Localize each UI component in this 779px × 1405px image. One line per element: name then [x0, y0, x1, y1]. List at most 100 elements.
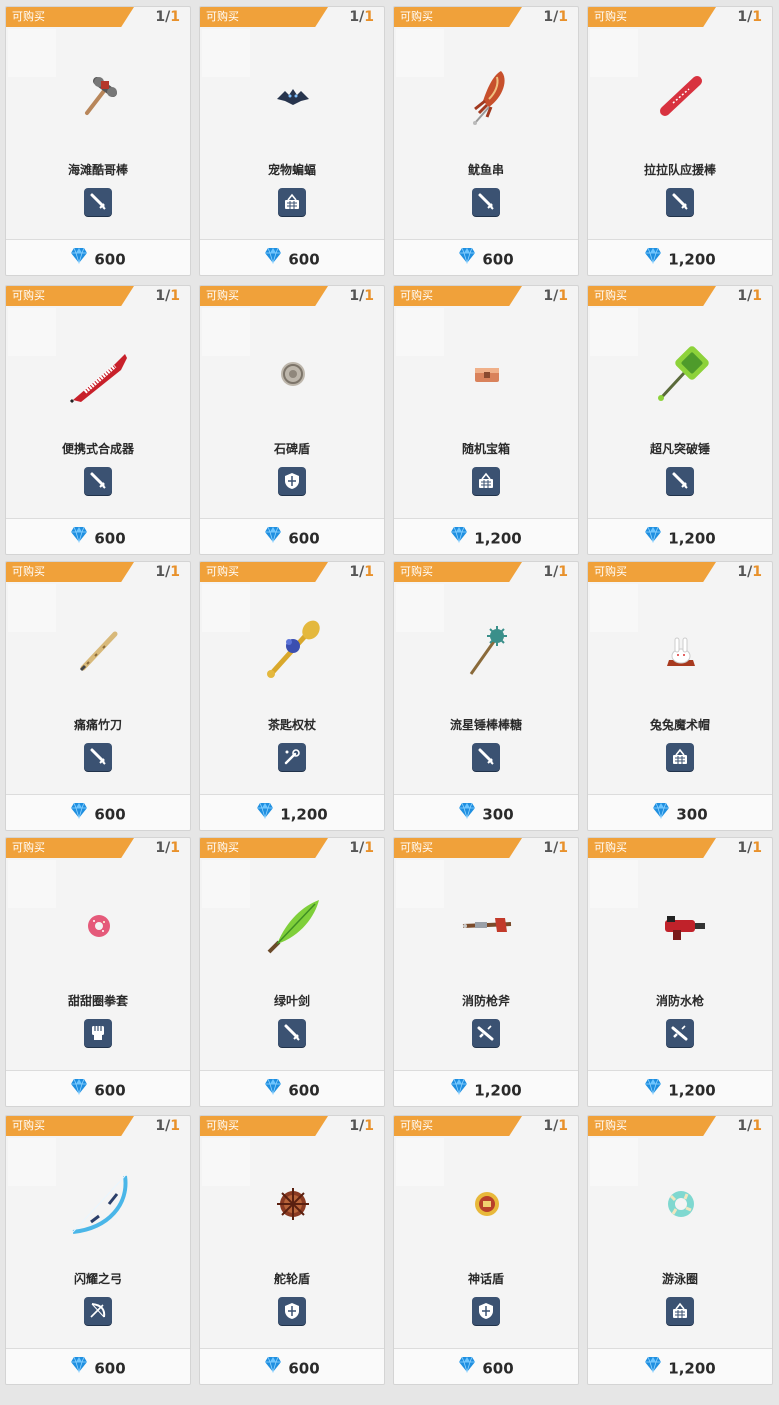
stock-current: 1 [543, 1118, 554, 1134]
buyable-label: 可购买 [12, 1119, 45, 1132]
shop-item-card[interactable]: 可购买 1/1 石碑盾 600 [199, 285, 385, 555]
stock-current: 1 [737, 288, 748, 304]
ring-item-icon [651, 1174, 711, 1234]
corner-highlight [8, 1138, 56, 1186]
shop-item-card[interactable]: 可购买 1/1 超凡突破锤 1,200 [587, 285, 773, 555]
shop-item-card[interactable]: 可购买 1/1 宠物蝙蝠 600 [199, 6, 385, 276]
corner-highlight [396, 308, 444, 356]
bow-type-icon [84, 1297, 112, 1325]
buyable-tag: 可购买 [6, 7, 134, 27]
buyable-label: 可购买 [206, 1119, 239, 1132]
basket-type-icon [666, 743, 694, 771]
price-button[interactable]: 600 [6, 518, 190, 554]
buyable-label: 可购买 [12, 289, 45, 302]
item-name: 茶匙权杖 [267, 718, 316, 732]
price-button[interactable]: 600 [394, 239, 578, 275]
shop-item-card[interactable]: 可购买 1/1 海滩酷哥棒 600 [5, 6, 191, 276]
shield-type-icon [278, 467, 306, 495]
fist-type-icon [84, 1019, 112, 1047]
stock-max: 1 [558, 9, 568, 25]
shop-item-card[interactable]: 可购买 1/1 绿叶剑 600 [199, 837, 385, 1107]
shop-item-card[interactable]: 可购买 1/1 游泳圈 1,200 [587, 1115, 773, 1385]
price-button[interactable]: 600 [200, 518, 384, 554]
item-name: 流星锤棒棒糖 [449, 718, 522, 732]
shop-item-card[interactable]: 可购买 1/1 消防水枪 1,200 [587, 837, 773, 1107]
price-button[interactable]: 600 [394, 1348, 578, 1384]
corner-highlight [8, 308, 56, 356]
stone-item-icon [263, 344, 323, 404]
shop-item-card[interactable]: 可购买 1/1 闪耀之弓 600 [5, 1115, 191, 1385]
item-name: 痛痛竹刀 [73, 718, 122, 732]
price-button[interactable]: 600 [200, 239, 384, 275]
stock-current: 1 [155, 9, 166, 25]
corner-highlight [590, 308, 638, 356]
stock-current: 1 [349, 840, 360, 856]
item-name: 拉拉队应援棒 [643, 163, 716, 177]
item-name: 舵轮盾 [273, 1272, 310, 1286]
item-name: 消防枪斧 [461, 994, 510, 1008]
price-button[interactable]: 600 [6, 1348, 190, 1384]
buyable-tag: 可购买 [588, 562, 716, 582]
mythshield-item-icon [457, 1174, 517, 1234]
price-button[interactable]: 1,200 [394, 1070, 578, 1106]
stock-counter: 1/1 [543, 1117, 568, 1135]
price-button[interactable]: 600 [6, 1070, 190, 1106]
buyable-label: 可购买 [594, 565, 627, 578]
price-button[interactable]: 300 [588, 794, 772, 830]
price-button[interactable]: 600 [200, 1348, 384, 1384]
basket-type-icon [666, 1297, 694, 1325]
stock-current: 1 [349, 564, 360, 580]
price-button[interactable]: 1,200 [588, 239, 772, 275]
stock-max: 1 [752, 1118, 762, 1134]
stock-current: 1 [155, 840, 166, 856]
shop-item-card[interactable]: 可购买 1/1 流星锤棒棒糖 300 [393, 561, 579, 831]
price-button[interactable]: 300 [394, 794, 578, 830]
buyable-tag: 可购买 [200, 562, 328, 582]
stock-counter: 1/1 [737, 839, 762, 857]
stock-max: 1 [170, 564, 180, 580]
corner-highlight [590, 1138, 638, 1186]
stock-current: 1 [349, 288, 360, 304]
price-button[interactable]: 1,200 [394, 518, 578, 554]
axegun-item-icon [457, 896, 517, 956]
shop-item-card[interactable]: 可购买 1/1 随机宝箱 1,200 [393, 285, 579, 555]
shop-item-card[interactable]: 可购买 1/1 痛痛竹刀 600 [5, 561, 191, 831]
shop-item-card[interactable]: 可购买 1/1 神话盾 600 [393, 1115, 579, 1385]
price-value: 600 [482, 250, 514, 269]
price-button[interactable]: 1,200 [588, 1348, 772, 1384]
diamond-gem-icon [644, 246, 662, 269]
buyable-label: 可购买 [594, 10, 627, 23]
stock-current: 1 [349, 1118, 360, 1134]
shop-item-card[interactable]: 可购买 1/1 消防枪斧 1,200 [393, 837, 579, 1107]
item-name: 绿叶剑 [273, 994, 310, 1008]
stock-current: 1 [349, 9, 360, 25]
price-value: 600 [288, 1359, 320, 1378]
diamond-gem-icon [264, 1077, 282, 1100]
buyable-tag: 可购买 [6, 1116, 134, 1136]
stock-counter: 1/1 [155, 1117, 180, 1135]
shop-item-card[interactable]: 可购买 1/1 兔兔魔术帽 300 [587, 561, 773, 831]
diamond-gem-icon [450, 1077, 468, 1100]
stock-max: 1 [752, 9, 762, 25]
leaf-item-icon [263, 896, 323, 956]
shop-item-card[interactable]: 可购买 1/1 便携式合成器 600 [5, 285, 191, 555]
price-button[interactable]: 1,200 [200, 794, 384, 830]
stock-max: 1 [170, 9, 180, 25]
shop-item-card[interactable]: 可购买 1/1 拉拉队应援棒 1,200 [587, 6, 773, 276]
stock-max: 1 [170, 840, 180, 856]
diamond-gem-icon [458, 246, 476, 269]
greenhammer-item-icon [651, 344, 711, 404]
shop-item-card[interactable]: 可购买 1/1 鱿鱼串 600 [393, 6, 579, 276]
price-button[interactable]: 1,200 [588, 1070, 772, 1106]
shop-item-card[interactable]: 可购买 1/1 舵轮盾 600 [199, 1115, 385, 1385]
price-button[interactable]: 600 [6, 794, 190, 830]
stock-current: 1 [543, 9, 554, 25]
price-button[interactable]: 1,200 [588, 518, 772, 554]
diamond-gem-icon [644, 1355, 662, 1378]
price-button[interactable]: 600 [6, 239, 190, 275]
shop-item-card[interactable]: 可购买 1/1 茶匙权杖 1,200 [199, 561, 385, 831]
diamond-gem-icon [644, 525, 662, 548]
buyable-tag: 可购买 [588, 286, 716, 306]
price-button[interactable]: 600 [200, 1070, 384, 1106]
shop-item-card[interactable]: 可购买 1/1 甜甜圈拳套 600 [5, 837, 191, 1107]
